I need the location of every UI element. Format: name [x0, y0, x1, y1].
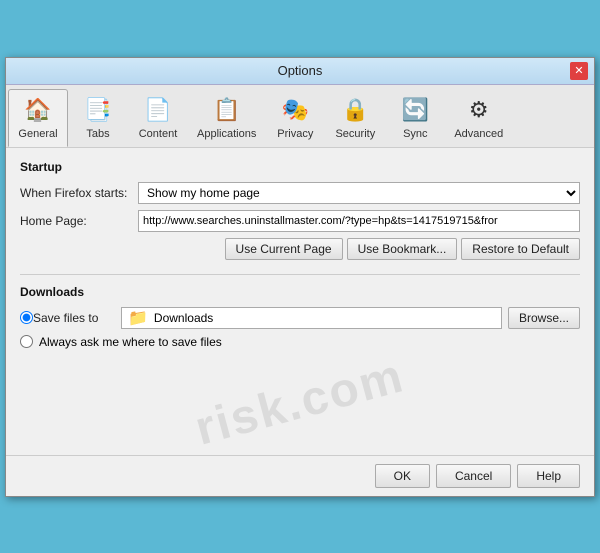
applications-icon: 📋 [211, 94, 243, 126]
when-starts-select[interactable]: Show my home page [138, 182, 580, 204]
options-window: Options ✕ 🏠 General 📑 Tabs 📄 Content 📋 A… [5, 57, 595, 497]
tab-content-label: Content [139, 128, 178, 140]
advanced-icon: ⚙ [463, 94, 495, 126]
when-starts-row: When Firefox starts: Show my home page [20, 182, 580, 204]
section-divider [20, 274, 580, 275]
save-files-row: Save files to 📁 Downloads Browse... [20, 307, 580, 329]
downloads-title: Downloads [20, 285, 580, 299]
tab-tabs[interactable]: 📑 Tabs [68, 89, 128, 147]
close-button[interactable]: ✕ [570, 62, 588, 80]
tab-security-label: Security [335, 128, 375, 140]
tab-privacy[interactable]: 🎭 Privacy [265, 89, 325, 147]
save-files-label: Save files to [33, 311, 113, 325]
tab-sync-label: Sync [403, 128, 427, 140]
tab-general-label: General [18, 128, 57, 140]
ask-save-label: Always ask me where to save files [39, 335, 222, 349]
title-bar: Options ✕ [6, 58, 594, 85]
main-content: Startup When Firefox starts: Show my hom… [6, 148, 594, 455]
use-bookmark-button[interactable]: Use Bookmark... [347, 238, 458, 260]
startup-section: Startup When Firefox starts: Show my hom… [20, 160, 580, 260]
home-page-label: Home Page: [20, 214, 130, 228]
download-path-display: 📁 Downloads [121, 307, 502, 329]
security-icon: 🔒 [339, 94, 371, 126]
tabs-icon: 📑 [82, 94, 114, 126]
ask-save-radio[interactable] [20, 335, 33, 348]
tab-applications[interactable]: 📋 Applications [188, 89, 265, 147]
folder-icon: 📁 [128, 308, 148, 328]
watermark-text: risk.com [190, 348, 410, 456]
startup-title: Startup [20, 160, 580, 174]
tab-sync[interactable]: 🔄 Sync [385, 89, 445, 147]
watermark-area: risk.com [20, 363, 580, 443]
use-current-page-button[interactable]: Use Current Page [225, 238, 343, 260]
home-page-input[interactable] [138, 210, 580, 232]
tab-applications-label: Applications [197, 128, 256, 140]
privacy-icon: 🎭 [279, 94, 311, 126]
tab-tabs-label: Tabs [86, 128, 109, 140]
browse-button[interactable]: Browse... [508, 307, 580, 329]
content-icon: 📄 [142, 94, 174, 126]
ask-save-row: Always ask me where to save files [20, 335, 580, 349]
tab-content[interactable]: 📄 Content [128, 89, 188, 147]
sync-icon: 🔄 [399, 94, 431, 126]
cancel-button[interactable]: Cancel [436, 464, 511, 488]
tab-advanced-label: Advanced [454, 128, 503, 140]
footer: OK Cancel Help [6, 455, 594, 496]
startup-buttons: Use Current Page Use Bookmark... Restore… [20, 238, 580, 260]
restore-to-default-button[interactable]: Restore to Default [461, 238, 580, 260]
tab-advanced[interactable]: ⚙ Advanced [445, 89, 512, 147]
home-page-row: Home Page: [20, 210, 580, 232]
tab-general[interactable]: 🏠 General [8, 89, 68, 147]
download-path-text: Downloads [154, 311, 213, 325]
general-icon: 🏠 [22, 94, 54, 126]
ok-button[interactable]: OK [375, 464, 430, 488]
downloads-section: Downloads Save files to 📁 Downloads Brow… [20, 285, 580, 349]
toolbar: 🏠 General 📑 Tabs 📄 Content 📋 Application… [6, 85, 594, 148]
when-starts-label: When Firefox starts: [20, 186, 130, 200]
window-title: Options [30, 63, 570, 78]
tab-security[interactable]: 🔒 Security [325, 89, 385, 147]
tab-privacy-label: Privacy [277, 128, 313, 140]
help-button[interactable]: Help [517, 464, 580, 488]
save-files-radio[interactable] [20, 311, 33, 324]
